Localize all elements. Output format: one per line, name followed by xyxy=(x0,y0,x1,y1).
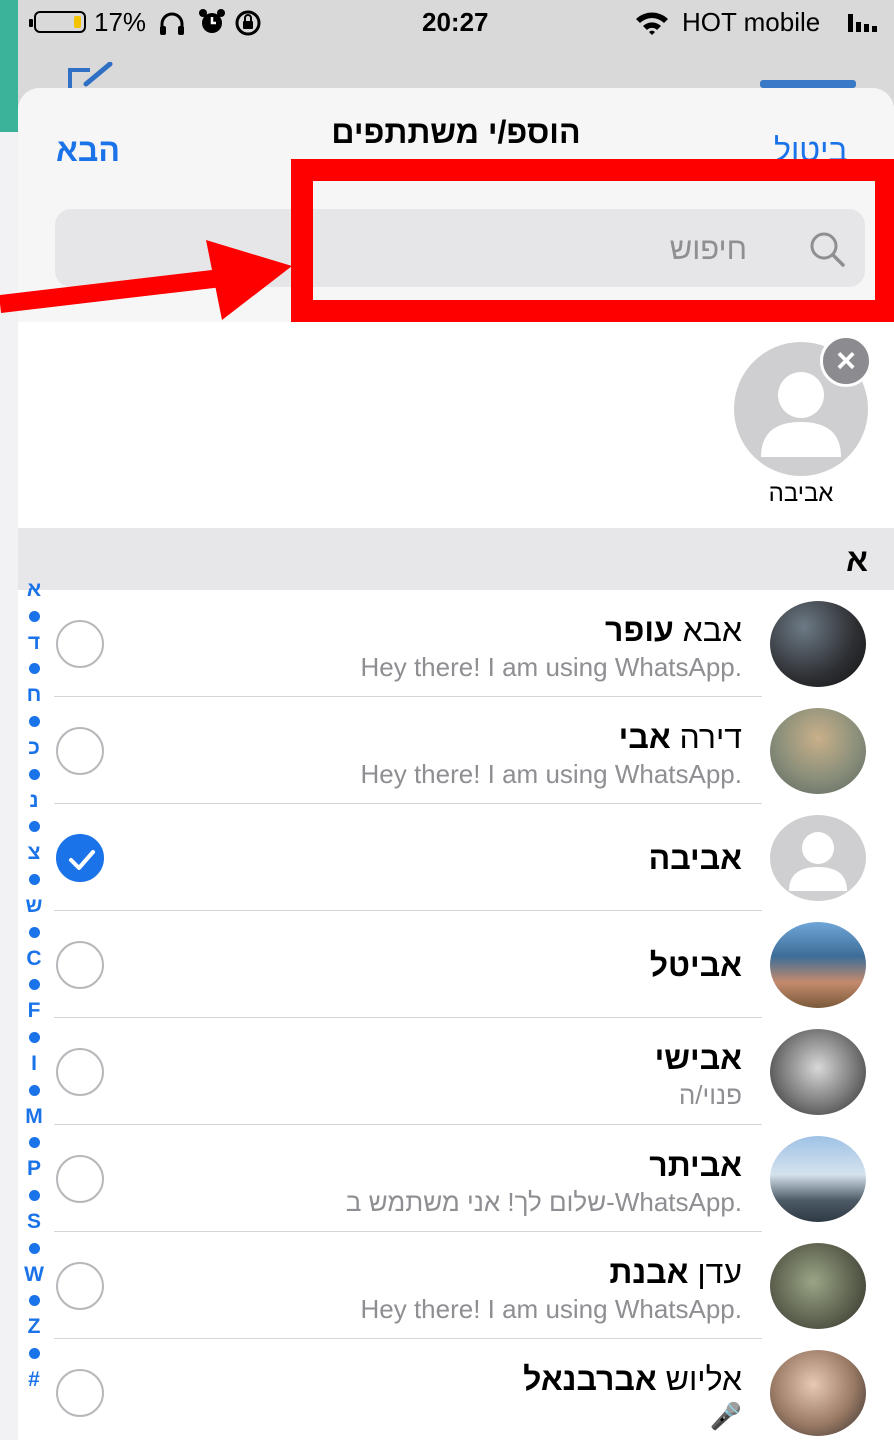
select-checkbox[interactable] xyxy=(56,1369,104,1417)
contact-name: אביטל xyxy=(182,947,742,984)
page-title: הוספ/י משתתפים xyxy=(331,114,581,150)
clock: 20:27 xyxy=(422,7,489,37)
contact-name: אביבה xyxy=(182,840,742,877)
section-header: א xyxy=(18,528,894,590)
contact-row[interactable]: אבישי פנוי/ה xyxy=(18,1018,894,1125)
default-avatar-icon xyxy=(789,832,847,891)
next-button[interactable]: הבא xyxy=(56,132,120,169)
contact-first-name: אבא xyxy=(682,612,742,648)
search-icon xyxy=(810,232,845,267)
select-checkbox[interactable] xyxy=(56,727,104,775)
background-link xyxy=(760,80,856,88)
contact-avatar xyxy=(770,1136,866,1222)
contact-avatar xyxy=(770,1029,866,1115)
contact-row[interactable]: אליוש אברבנאל 🎤 xyxy=(18,1339,894,1446)
contact-status: 🎤 xyxy=(709,1401,742,1431)
contact-avatar xyxy=(770,815,866,901)
contact-status: פנוי/ה xyxy=(678,1080,742,1110)
selected-participant-name: אביבה xyxy=(768,480,834,507)
contact-first-name: עדן xyxy=(697,1254,742,1290)
contact-first-name: אליוש xyxy=(665,1361,742,1397)
contact-row[interactable]: עדן אבנת Hey there! I am using WhatsApp. xyxy=(18,1232,894,1339)
battery-icon xyxy=(29,11,86,33)
contact-name: עדן אבנת xyxy=(182,1254,742,1291)
contact-last-name: אבישי xyxy=(654,1040,742,1076)
contact-first-name: דירה xyxy=(679,719,742,755)
carrier-name: HOT mobile xyxy=(682,7,821,37)
cancel-button[interactable]: ביטול xyxy=(774,132,848,169)
contact-last-name: אביבה xyxy=(648,840,742,876)
contact-avatar xyxy=(770,922,866,1008)
select-checkbox[interactable] xyxy=(56,941,104,989)
contact-row[interactable]: אבא עופר Hey there! I am using WhatsApp. xyxy=(18,590,894,697)
search-input[interactable] xyxy=(79,223,749,275)
contact-row[interactable]: אביבה xyxy=(18,804,894,911)
select-checkbox[interactable] xyxy=(56,620,104,668)
status-bar: 17% 20:27 HOT mobile xyxy=(0,0,894,46)
contact-last-name: אביטל xyxy=(649,947,742,983)
contact-status: Hey there! I am using WhatsApp. xyxy=(360,759,742,789)
contact-name: דירה אבי xyxy=(182,719,742,756)
select-checkbox[interactable] xyxy=(56,1048,104,1096)
contact-last-name: אביתר xyxy=(649,1147,742,1183)
contact-row[interactable]: אביטל xyxy=(18,911,894,1018)
select-checkbox[interactable] xyxy=(56,1262,104,1310)
contact-last-name: אבי xyxy=(618,719,671,755)
contact-status: Hey there! I am using WhatsApp. xyxy=(360,1294,742,1324)
signal-icon xyxy=(848,14,877,32)
close-icon: × xyxy=(836,342,856,380)
contact-status: שלום לך! אני משתמש ב-WhatsApp. xyxy=(345,1187,742,1217)
section-letter: א xyxy=(846,542,868,578)
contact-name: אביתר xyxy=(182,1147,742,1184)
contact-last-name: עופר xyxy=(605,612,674,648)
search-bar[interactable] xyxy=(55,209,865,287)
contact-row[interactable]: דירה אבי Hey there! I am using WhatsApp. xyxy=(18,697,894,804)
remove-participant-button[interactable]: × xyxy=(820,335,872,387)
contact-status: Hey there! I am using WhatsApp. xyxy=(360,652,742,682)
select-checkbox[interactable] xyxy=(56,834,104,882)
checkmark-icon xyxy=(69,850,95,870)
contact-name: אליוש אברבנאל xyxy=(182,1361,742,1398)
battery-percent: 17% xyxy=(94,7,147,37)
alarm-icon xyxy=(199,9,225,33)
contact-row[interactable]: אביתר שלום לך! אני משתמש ב-WhatsApp. xyxy=(18,1125,894,1232)
contact-avatar xyxy=(770,1350,866,1436)
select-checkbox[interactable] xyxy=(56,1155,104,1203)
contact-avatar xyxy=(770,708,866,794)
contact-last-name: אברבנאל xyxy=(523,1361,657,1397)
contact-avatar xyxy=(770,1243,866,1329)
contact-avatar xyxy=(770,601,866,687)
wifi-icon xyxy=(636,12,668,35)
contact-name: אבא עופר xyxy=(182,612,742,649)
contact-last-name: אבנת xyxy=(609,1254,689,1290)
headphones-icon xyxy=(160,12,184,35)
contact-name: אבישי xyxy=(182,1040,742,1077)
rotation-lock-icon xyxy=(235,10,261,36)
sheet-header: הוספ/י משתתפים הבא ביטול xyxy=(18,88,894,323)
